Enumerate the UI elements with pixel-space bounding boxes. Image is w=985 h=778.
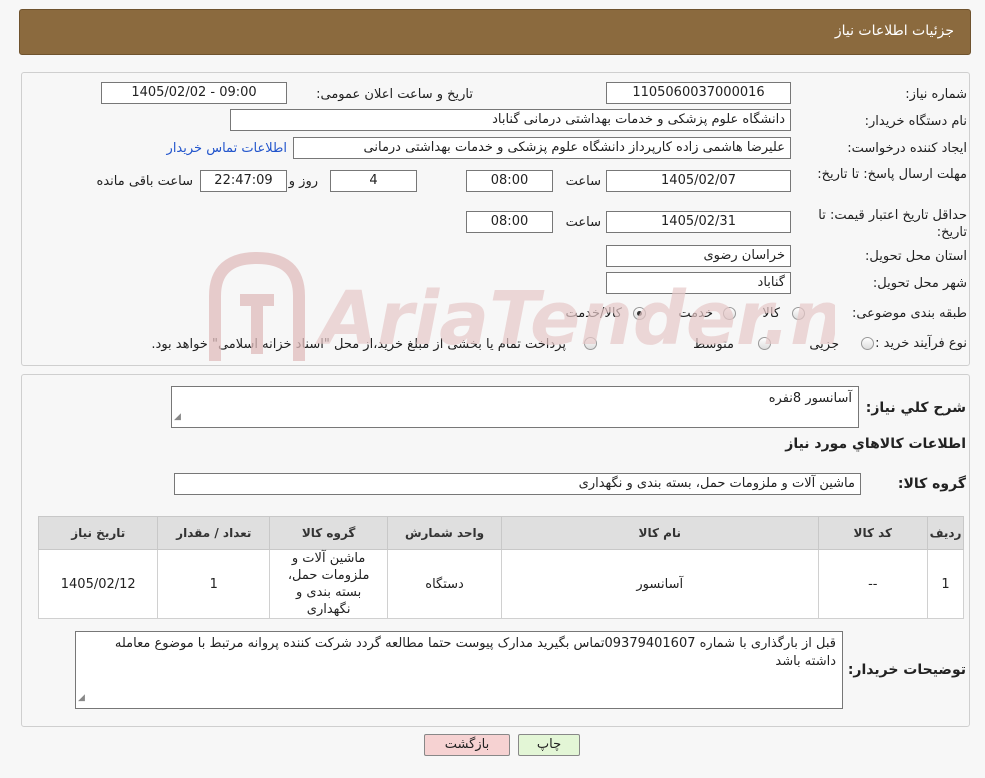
need-number-label: شماره نیاز: <box>905 87 967 102</box>
cell-quantity: 1 <box>157 549 271 619</box>
buyer-org-field: دانشگاه علوم پزشکی و خدمات بهداشتی درمان… <box>230 109 791 131</box>
validity-date-field: 1405/02/31 <box>606 211 791 233</box>
col-unit: واحد شمارش <box>387 516 502 550</box>
category-option-goods-service: کالا/خدمت <box>565 306 622 321</box>
category-option-goods: کالا <box>762 306 780 321</box>
cell-code: -- <box>817 549 929 619</box>
resize-grip-icon[interactable]: ◢ <box>78 689 85 707</box>
province-field: خراسان رضوی <box>606 245 791 267</box>
validity-time-field: 08:00 <box>466 211 553 233</box>
days-label: روز و <box>288 174 318 189</box>
days-field: 4 <box>330 170 417 192</box>
validity-label: حداقل تاریخ اعتبار قیمت: تا تاریخ: <box>818 208 967 240</box>
cell-name: آسانسور <box>501 549 819 619</box>
table-row: 1 -- آسانسور دستگاه ماشین آلات و ملزومات… <box>37 549 964 619</box>
city-label: شهر محل تحویل: <box>872 276 967 291</box>
process-option-medium: متوسط <box>693 337 734 352</box>
announce-field: 1405/02/02 - 09:00 <box>101 82 287 104</box>
back-button[interactable]: بازگشت <box>424 734 510 756</box>
category-label: طبقه بندی موضوعی: <box>851 306 967 321</box>
deadline-label: مهلت ارسال پاسخ: تا تاریخ: <box>817 167 967 182</box>
creator-field: علیرضا هاشمی زاده کارپرداز دانشگاه علوم … <box>293 137 791 159</box>
col-need-date: تاریخ نیاز <box>37 516 159 550</box>
col-group: گروه کالا <box>269 516 389 550</box>
process-label: نوع فرآیند خرید : <box>875 336 967 351</box>
cell-row: 1 <box>927 549 964 619</box>
buyer-contact-link[interactable]: اطلاعات تماس خریدار <box>167 141 287 156</box>
need-number-field: 1105060037000016 <box>606 82 791 104</box>
col-name: نام کالا <box>501 516 819 550</box>
creator-label: ایجاد کننده درخواست: <box>847 141 967 156</box>
goods-group-field: ماشین آلات و ملزومات حمل، بسته بندی و نگ… <box>174 473 861 495</box>
goods-table-wrapper: رديف کد کالا نام کالا واحد شمارش گروه کا… <box>37 516 964 619</box>
province-label: استان محل تحویل: <box>865 249 967 264</box>
goods-table: رديف کد کالا نام کالا واحد شمارش گروه کا… <box>37 516 964 619</box>
deadline-time-field: 08:00 <box>466 170 553 192</box>
announce-label: تاریخ و ساعت اعلان عمومی: <box>316 87 473 102</box>
validity-time-label: ساعت <box>565 215 601 230</box>
goods-group-label: گروه کالا: <box>897 476 966 492</box>
col-row: رديف <box>927 516 964 550</box>
category-radio-goods[interactable] <box>792 307 805 320</box>
process-option-minor: جزیی <box>809 337 839 352</box>
buyer-notes-field: قبل از بارگذاری با شماره 09379401607تماس… <box>75 631 843 709</box>
general-description-label: شرح کلي نياز: <box>865 400 966 416</box>
payment-note: پرداخت تمام یا بخشی از مبلغ خرید،از محل … <box>151 337 566 352</box>
deadline-date-field: 1405/02/07 <box>606 170 791 192</box>
process-radio-treasury[interactable] <box>584 337 597 350</box>
buyer-org-label: نام دستگاه خریدار: <box>864 114 967 129</box>
cell-need-date: 1405/02/12 <box>37 549 159 619</box>
page-title: جزئیات اطلاعات نیاز <box>834 23 954 39</box>
goods-info-heading: اطلاعات کالاهاي مورد نياز <box>785 436 966 452</box>
deadline-time-label: ساعت <box>565 174 601 189</box>
remaining-time-field: 22:47:09 <box>200 170 287 192</box>
resize-grip-icon[interactable]: ◢ <box>174 408 181 426</box>
category-option-service: خدمت <box>678 306 713 321</box>
cell-group: ماشین آلات و ملزومات حمل، بسته بندی و نگ… <box>269 549 389 619</box>
process-radio-medium[interactable] <box>758 337 771 350</box>
buyer-notes-label: توضیحات خریدار: <box>847 662 966 678</box>
cell-unit: دستگاه <box>387 549 502 619</box>
page-header: جزئیات اطلاعات نیاز <box>19 9 971 55</box>
goods-table-header: رديف کد کالا نام کالا واحد شمارش گروه کا… <box>37 516 964 550</box>
city-field: گناباد <box>606 272 791 294</box>
category-radio-goods-service[interactable] <box>633 307 646 320</box>
process-radio-minor[interactable] <box>861 337 874 350</box>
print-button[interactable]: چاپ <box>518 734 580 756</box>
category-radio-service[interactable] <box>723 307 736 320</box>
general-description-field: آسانسور 8نفره ◢ <box>171 386 859 428</box>
remaining-label: ساعت باقی مانده <box>96 174 193 189</box>
col-quantity: تعداد / مقدار <box>157 516 271 550</box>
col-code: کد کالا <box>817 516 929 550</box>
